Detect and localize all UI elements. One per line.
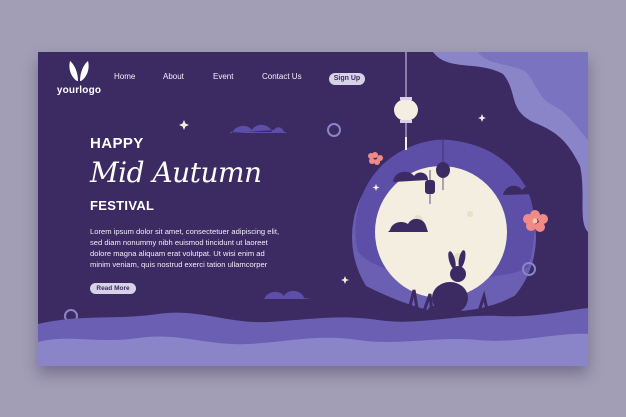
nav-about[interactable]: About <box>163 72 184 81</box>
flower-icon <box>368 152 383 165</box>
hero-kicker: HAPPY <box>90 135 144 152</box>
hero-body-line: dolore magna aliquam erat volutpat. Ut w… <box>90 249 265 258</box>
hero-body-line: Lorem ipsum dolor sit amet, consectetuer… <box>90 227 280 236</box>
hero-body-line: sed diam nonummy nibh euismod tincidunt … <box>90 238 268 247</box>
nav-contact-us[interactable]: Contact Us <box>262 72 302 81</box>
paper-lantern-icon <box>394 99 418 121</box>
landing-page-card: yourlogo Home About Event Contact Us Sig… <box>38 52 588 366</box>
read-more-button[interactable]: Read More <box>90 283 136 294</box>
hero-body-line: minim veniam, quis nostrud exerci tation… <box>90 260 268 269</box>
sign-up-button[interactable]: Sign Up <box>329 73 365 85</box>
nav-home[interactable]: Home <box>114 72 135 81</box>
brand-logo[interactable]: yourlogo <box>44 59 114 99</box>
paper-lantern-icon <box>425 180 435 194</box>
hero-subtitle: FESTIVAL <box>90 198 155 213</box>
cloud-icon <box>230 124 286 133</box>
logo-text: yourlogo <box>56 85 102 96</box>
cloud-icon <box>262 290 312 299</box>
paper-lantern-icon <box>436 162 450 178</box>
nav-event[interactable]: Event <box>213 72 233 81</box>
hero-body: Lorem ipsum dolor sit amet, consectetuer… <box>90 226 315 270</box>
ring-decoration <box>327 123 341 137</box>
bunny-ears-icon <box>69 61 89 81</box>
hero-title: Mid Autumn <box>90 156 262 189</box>
